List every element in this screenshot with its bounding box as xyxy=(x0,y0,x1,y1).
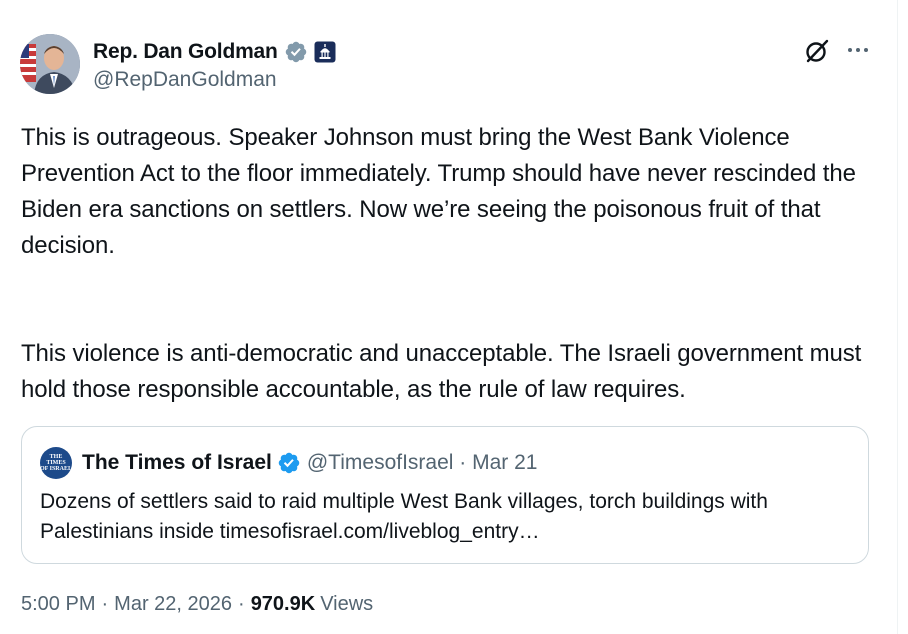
views-label[interactable]: Views xyxy=(320,593,373,616)
quoted-separator: · xyxy=(459,451,467,474)
tweet-paragraph-2: This violence is anti-democratic and una… xyxy=(21,340,862,403)
author-photo xyxy=(20,34,80,94)
quoted-tweet-header: THE TIMES OF ISRAEL The Times of Israel … xyxy=(40,447,538,479)
tweet-paragraph-1: This is outrageous. Speaker Johnson must… xyxy=(21,124,856,259)
quoted-date[interactable]: Mar 21 xyxy=(472,451,537,474)
quoted-tweet-card[interactable]: THE TIMES OF ISRAEL The Times of Israel … xyxy=(21,426,869,564)
quoted-tweet-text: Dozens of settlers said to raid multiple… xyxy=(40,487,860,547)
more-options-icon[interactable] xyxy=(844,36,872,64)
verified-badge-icon[interactable] xyxy=(277,451,301,475)
government-capitol-icon[interactable] xyxy=(314,41,336,63)
quoted-handle-text[interactable]: @TimesofIsrael xyxy=(307,451,454,474)
meta-separator: · xyxy=(238,593,245,615)
author-name-row: Rep. Dan Goldman xyxy=(93,38,336,66)
tweet-text: This is outrageous. Speaker Johnson must… xyxy=(21,120,881,408)
quoted-avatar-text-1: THE TIMES xyxy=(46,454,66,466)
meta-separator: · xyxy=(101,593,109,615)
verified-badge-icon[interactable] xyxy=(284,40,308,64)
tweet-time[interactable]: 5:00 PM xyxy=(21,593,95,616)
tweet-date[interactable]: Mar 22, 2026 xyxy=(114,593,232,616)
timeline-divider xyxy=(897,0,898,634)
quoted-avatar-text-2: OF ISRAEL xyxy=(40,466,72,472)
grok-icon[interactable] xyxy=(804,38,830,64)
quoted-author-name[interactable]: The Times of Israel xyxy=(82,451,272,475)
quoted-author-avatar[interactable]: THE TIMES OF ISRAEL xyxy=(40,447,72,479)
author-display-name[interactable]: Rep. Dan Goldman xyxy=(93,40,278,64)
author-handle[interactable]: @RepDanGoldman xyxy=(93,68,277,92)
tweet-meta: 5:00 PM · Mar 22, 2026 · 970.9K Views xyxy=(21,593,373,616)
views-count[interactable]: 970.9K xyxy=(251,593,316,616)
quoted-tweet-link[interactable]: timesofisrael.com/liveblog_entry… xyxy=(220,520,540,543)
quoted-author-handle[interactable]: @TimesofIsrael · Mar 21 xyxy=(307,451,538,475)
author-avatar[interactable] xyxy=(20,34,80,94)
